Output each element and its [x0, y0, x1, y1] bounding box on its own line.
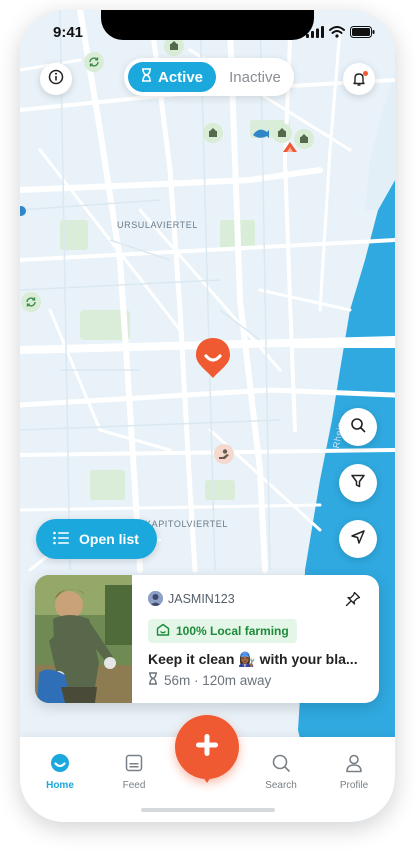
card-meta: 56m · 120m away — [148, 672, 271, 688]
list-icon — [53, 531, 69, 548]
open-list-label: Open list — [79, 531, 139, 547]
hourglass-icon — [148, 672, 158, 688]
district-label: URSULAVIERTEL — [117, 220, 198, 230]
card-meta-text: 56m · 120m away — [164, 672, 272, 688]
feed-icon — [124, 753, 144, 776]
profile-icon — [344, 753, 364, 776]
pin-button[interactable] — [345, 591, 361, 612]
active-toggle[interactable]: Active Inactive — [124, 58, 294, 96]
map-pin-farming[interactable] — [203, 123, 223, 143]
home-indicator — [141, 808, 275, 812]
bell-icon — [351, 71, 368, 87]
notifications-button[interactable] — [343, 63, 375, 95]
category-tag-label: 100% Local farming — [176, 624, 289, 638]
signal-icon — [306, 25, 324, 43]
battery-icon — [350, 25, 375, 43]
navigation-icon — [350, 529, 366, 550]
search-icon — [271, 753, 291, 776]
map-search-button[interactable] — [339, 408, 377, 446]
toggle-inactive[interactable]: Inactive — [220, 62, 290, 92]
map-pin-water[interactable] — [251, 123, 271, 143]
tab-search-label: Search — [265, 780, 297, 791]
map-locate-button[interactable] — [339, 520, 377, 558]
plus-icon — [194, 732, 220, 763]
notification-dot — [363, 71, 368, 76]
notch — [101, 10, 314, 40]
map-pin-donation[interactable] — [214, 444, 234, 464]
toggle-active[interactable]: Active — [128, 62, 216, 92]
map-pin-recycle[interactable] — [84, 52, 104, 72]
avatar — [148, 591, 163, 606]
phone-screen: URSULAVIERTEL KAPITOLVIERTEL Rhein 9:41 — [20, 10, 395, 822]
map-pin-recycle[interactable] — [21, 292, 41, 312]
info-icon — [48, 69, 64, 90]
toggle-active-label: Active — [157, 68, 204, 86]
tab-profile[interactable]: Profile — [324, 753, 384, 791]
add-button[interactable] — [175, 715, 239, 779]
info-button[interactable] — [40, 63, 72, 95]
wifi-icon — [329, 25, 345, 43]
filter-icon — [350, 473, 366, 494]
tab-search[interactable]: Search — [251, 753, 311, 791]
farming-icon — [156, 623, 170, 639]
add-button-tip — [201, 774, 213, 783]
card-username: JASMIN123 — [168, 591, 235, 606]
pin-icon — [345, 591, 361, 611]
tab-home-label: Home — [46, 780, 74, 791]
status-icons — [306, 25, 375, 43]
card-title: Keep it clean 👩🏾‍🔧 with your bla... — [148, 651, 358, 667]
hourglass-icon — [141, 68, 152, 86]
search-icon — [350, 417, 366, 438]
tab-feed[interactable]: Feed — [104, 753, 164, 791]
activity-card[interactable]: JASMIN123 100% Local farming Keep it cle… — [35, 575, 379, 703]
card-user[interactable]: JASMIN123 — [148, 591, 235, 606]
status-time: 9:41 — [53, 24, 84, 41]
tab-profile-label: Profile — [339, 780, 369, 791]
category-tag: 100% Local farming — [148, 619, 297, 643]
district-label: KAPITOLVIERTEL — [145, 519, 228, 529]
home-icon — [50, 753, 70, 776]
map-pin-selected[interactable] — [280, 137, 300, 157]
current-location-marker — [195, 336, 231, 380]
map-filter-button[interactable] — [339, 464, 377, 502]
activity-photo — [35, 575, 132, 703]
open-list-button[interactable]: Open list — [36, 519, 157, 559]
tab-home[interactable]: Home — [30, 753, 90, 791]
tab-feed-label: Feed — [122, 780, 146, 791]
